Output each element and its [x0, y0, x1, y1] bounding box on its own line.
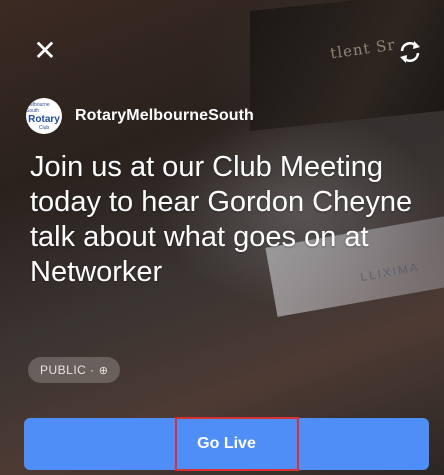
- live-broadcast-screen: tlent Sr LLIXIMA ✕ Melbourne South Rotar…: [0, 0, 444, 475]
- avatar-main-text: Rotary: [28, 113, 60, 125]
- account-name: RotaryMelbourneSouth: [75, 107, 254, 124]
- audience-selector[interactable]: PUBLIC · ⊕: [28, 357, 121, 383]
- audience-label: PUBLIC ·: [40, 363, 95, 377]
- switch-camera-icon: [400, 41, 420, 63]
- close-button[interactable]: ✕: [30, 36, 60, 66]
- account-row: Melbourne South Rotary Club RotaryMelbou…: [26, 98, 254, 134]
- close-icon: ✕: [33, 35, 57, 66]
- globe-icon: ⊕: [98, 364, 109, 377]
- go-live-label: Go Live: [197, 435, 256, 452]
- switch-camera-button[interactable]: [394, 36, 426, 68]
- avatar-top-text: Melbourne South: [26, 101, 50, 114]
- go-live-button[interactable]: Go Live: [24, 418, 429, 470]
- avatar-sub-text: Club: [38, 124, 50, 131]
- avatar[interactable]: Melbourne South Rotary Club: [26, 98, 62, 134]
- post-caption[interactable]: Join us at our Club Meeting today to hea…: [30, 150, 425, 290]
